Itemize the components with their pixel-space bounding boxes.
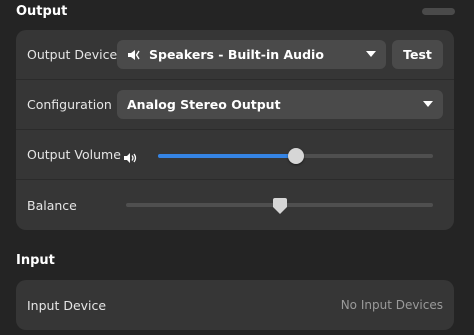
balance-row: Balance <box>16 180 454 230</box>
input-section-title: Input <box>16 253 55 268</box>
speaker-volume-icon <box>123 149 137 168</box>
configuration-label: Configuration <box>27 97 112 112</box>
output-volume-slider-knob[interactable] <box>287 148 304 164</box>
input-device-value: No Input Devices <box>340 298 443 312</box>
output-device-row: Output Device Speakers - Built-in Audio … <box>16 30 454 80</box>
test-button[interactable]: Test <box>392 40 443 69</box>
speaker-icon <box>127 49 141 61</box>
chevron-down-icon <box>366 51 376 57</box>
output-device-label: Output Device <box>27 47 118 62</box>
input-device-label: Input Device <box>27 297 107 313</box>
output-device-selected: Speakers - Built-in Audio <box>149 47 324 62</box>
output-volume-slider-fill <box>158 154 296 158</box>
output-volume-label: Output Volume <box>27 147 121 162</box>
configuration-selected: Analog Stereo Output <box>127 97 281 112</box>
output-volume-row: Output Volume <box>16 130 454 180</box>
output-device-dropdown[interactable]: Speakers - Built-in Audio <box>117 40 386 69</box>
configuration-row: Configuration Analog Stereo Output <box>16 80 454 130</box>
input-device-row: Input Device No Input Devices <box>16 280 454 330</box>
balance-slider-knob[interactable] <box>272 197 288 219</box>
output-section-title: Output <box>16 4 68 19</box>
output-settings-card: Output Device Speakers - Built-in Audio … <box>16 30 454 230</box>
top-scroll-indicator <box>422 8 455 15</box>
input-settings-card: Input Device No Input Devices <box>16 280 454 330</box>
configuration-dropdown[interactable]: Analog Stereo Output <box>117 90 443 119</box>
chevron-down-icon <box>423 101 433 107</box>
balance-label: Balance <box>27 197 77 213</box>
